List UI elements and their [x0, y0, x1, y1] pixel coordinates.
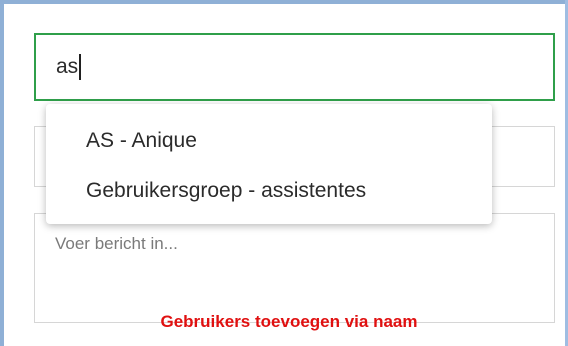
recipient-input-value: as: [56, 55, 79, 78]
text-caret: [79, 54, 82, 80]
recipient-search-input[interactable]: as: [34, 33, 555, 101]
autocomplete-item-label: AS - Anique: [86, 129, 197, 152]
message-placeholder: Voer bericht in...: [55, 234, 178, 253]
autocomplete-item-as-anique[interactable]: AS - Anique: [46, 116, 492, 166]
autocomplete-dropdown: AS - Anique Gebruikersgroep - assistente…: [46, 104, 492, 224]
caption-text: Gebruikers toevoegen via naam: [160, 312, 418, 331]
message-input[interactable]: Voer bericht in...: [34, 213, 555, 323]
autocomplete-item-gebruikersgroep-assistentes[interactable]: Gebruikersgroep - assistentes: [46, 166, 492, 216]
autocomplete-item-label: Gebruikersgroep - assistentes: [86, 179, 367, 202]
